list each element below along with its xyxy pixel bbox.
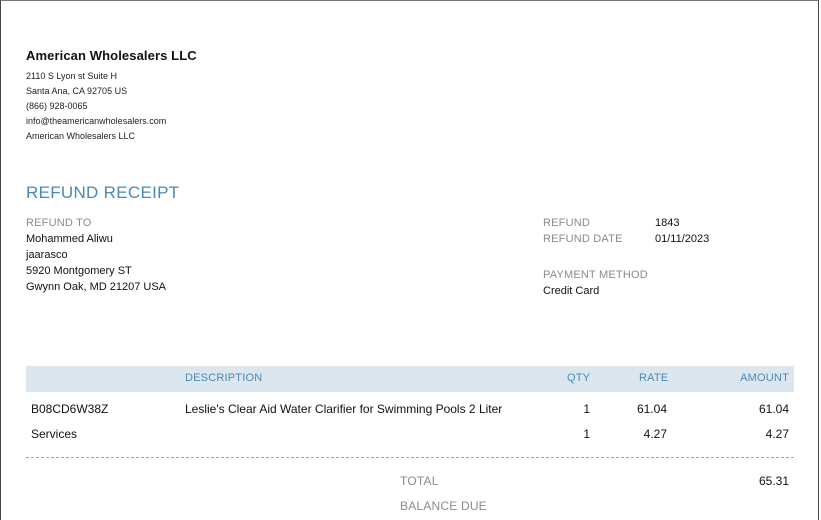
company-phone: (866) 928-0065 (26, 101, 88, 111)
table-divider (26, 457, 794, 458)
total-value: 65.31 (758, 474, 789, 488)
description-header: DESCRIPTION (185, 372, 263, 384)
row-amount: 61.04 (758, 402, 789, 416)
customer-company: jaarasco (26, 249, 68, 261)
company-name: American Wholesalers LLC (26, 48, 197, 63)
refund-date-label: REFUND DATE (543, 233, 623, 245)
row-rate: 61.04 (636, 402, 667, 416)
payment-method-label: PAYMENT METHOD (543, 269, 648, 281)
company-address-line1: 2110 S Lyon st Suite H (26, 71, 118, 81)
row-sku: B08CD6W38Z (31, 402, 109, 416)
row-rate: 4.27 (643, 427, 667, 441)
customer-name: Mohammed Aliwu (26, 233, 113, 245)
table-header: DESCRIPTION QTY RATE AMOUNT (26, 366, 794, 392)
refund-date: 01/11/2023 (655, 233, 710, 245)
company-email: info@theamericanwholesalers.com (26, 116, 167, 126)
row-description: Leslie's Clear Aid Water Clarifier for S… (185, 402, 503, 416)
document-title: REFUND RECEIPT (26, 183, 180, 202)
company-name-line: American Wholesalers LLC (26, 131, 136, 141)
payment-block: PAYMENT METHOD Credit Card (543, 267, 648, 299)
refund-number: 1843 (655, 217, 680, 229)
row-qty: 1 (583, 427, 590, 441)
customer-street: 5920 Montgomery ST (26, 265, 132, 277)
refund-number-label: REFUND (543, 217, 591, 229)
rate-header: RATE (639, 372, 669, 384)
company-block: American Wholesalers LLC 2110 S Lyon st … (26, 48, 197, 144)
row-qty: 1 (583, 402, 590, 416)
total-label: TOTAL (400, 474, 439, 488)
refund-to-label: REFUND TO (26, 217, 92, 229)
table-row: Services 1 4.27 4.27 (26, 427, 794, 447)
refund-to-block: REFUND TO Mohammed Aliwu jaarasco 5920 M… (26, 215, 166, 295)
company-address-line2: Santa Ana, CA 92705 US (26, 86, 128, 96)
qty-header: QTY (567, 372, 591, 384)
row-amount: 4.27 (765, 427, 789, 441)
refund-info-block: REFUND 1843 REFUND DATE 01/11/2023 (543, 215, 709, 247)
row-sku: Services (31, 427, 78, 441)
table-row: B08CD6W38Z Leslie's Clear Aid Water Clar… (26, 402, 794, 422)
payment-method: Credit Card (543, 285, 600, 297)
customer-city: Gwynn Oak, MD 21207 USA (26, 281, 167, 293)
amount-header: AMOUNT (740, 372, 789, 384)
